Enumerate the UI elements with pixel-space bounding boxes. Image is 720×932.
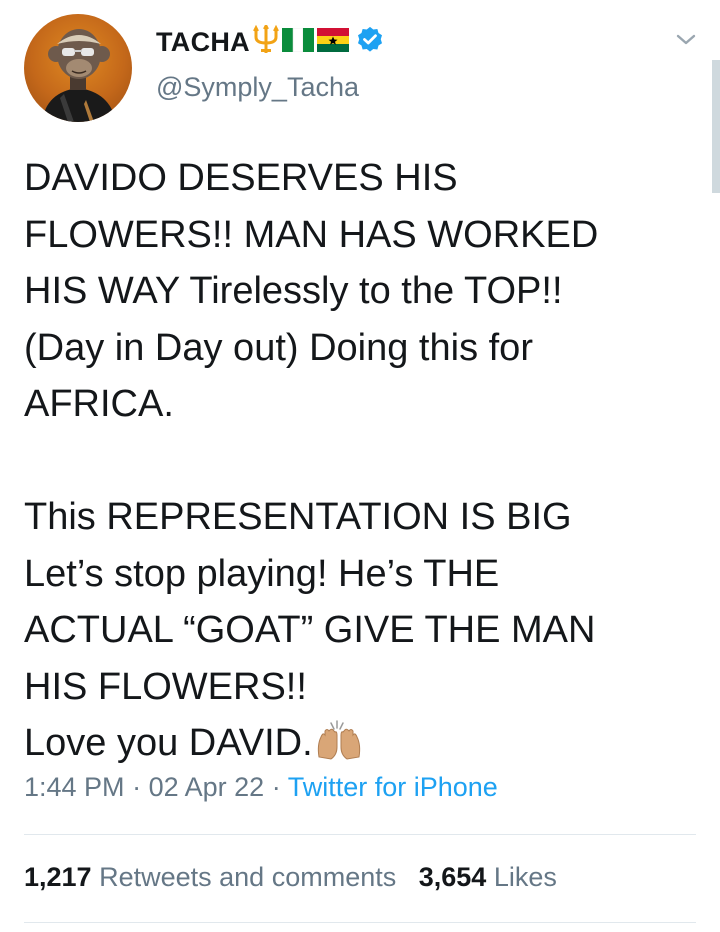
tweet-text-line: This REPRESENTATION IS BIG xyxy=(24,496,572,538)
divider xyxy=(24,834,696,835)
verified-badge-icon xyxy=(355,25,385,60)
chevron-down-icon[interactable] xyxy=(672,30,700,50)
tweet-text-line: (Day in Day out) Doing this for xyxy=(24,326,533,369)
retweets-count: 1,217 xyxy=(24,862,92,892)
tweet-text-last-line: Love you DAVID. xyxy=(24,715,694,772)
ape-avatar-image xyxy=(42,29,116,122)
name-row[interactable]: TACHA xyxy=(156,22,385,60)
display-name[interactable]: TACHA xyxy=(156,27,250,58)
tweet-text-line: HIS WAY Tirelessly to the TOP!! xyxy=(24,270,563,312)
tweet-text-line: Let’s stop playing! He’s THE xyxy=(24,552,500,595)
tweet-source-link[interactable]: Twitter for iPhone xyxy=(288,772,498,802)
raising-hands-emoji-icon xyxy=(315,717,363,778)
tweet-text-line: HIS FLOWERS!! xyxy=(24,665,307,708)
nigeria-flag-icon xyxy=(281,27,314,57)
likes-stat[interactable]: 3,654 Likes xyxy=(419,862,557,892)
tweet-card: TACHA @Symply_Tacha DAVIDO DESERVES HIS … xyxy=(0,0,720,932)
tweet-meta: 1:44 PM · 02 Apr 22 · Twitter for iPhone xyxy=(24,772,498,803)
trident-emoji-icon xyxy=(253,22,279,60)
tweet-stats: 1,217 Retweets and comments 3,654 Likes xyxy=(24,862,557,893)
tweet-time[interactable]: 1:44 PM xyxy=(24,772,125,802)
tweet-text-line: ACTUAL “GOAT” GIVE THE MAN xyxy=(24,609,596,651)
tweet-text-line: DAVIDO DESERVES HIS xyxy=(24,157,458,199)
tweet-text-line: FLOWERS!! MAN HAS WORKED xyxy=(24,213,599,256)
divider xyxy=(24,922,696,923)
scrollbar[interactable] xyxy=(712,60,720,193)
retweets-label: Retweets and comments xyxy=(99,862,397,892)
meta-separator: · xyxy=(132,772,142,802)
retweets-stat[interactable]: 1,217 Retweets and comments xyxy=(24,862,396,892)
ghana-flag-icon xyxy=(316,27,349,57)
avatar[interactable] xyxy=(24,14,132,122)
likes-count: 3,654 xyxy=(418,862,487,892)
tweet-text: DAVIDO DESERVES HIS FLOWERS!! MAN HAS WO… xyxy=(24,150,694,772)
user-handle[interactable]: @Symply_Tacha xyxy=(156,72,359,103)
meta-separator: · xyxy=(271,772,281,802)
likes-label: Likes xyxy=(493,862,557,892)
tweet-text-line: Love you DAVID. xyxy=(24,722,313,764)
tweet-date[interactable]: 02 Apr 22 xyxy=(149,772,265,802)
tweet-text-line: AFRICA. xyxy=(24,383,174,425)
